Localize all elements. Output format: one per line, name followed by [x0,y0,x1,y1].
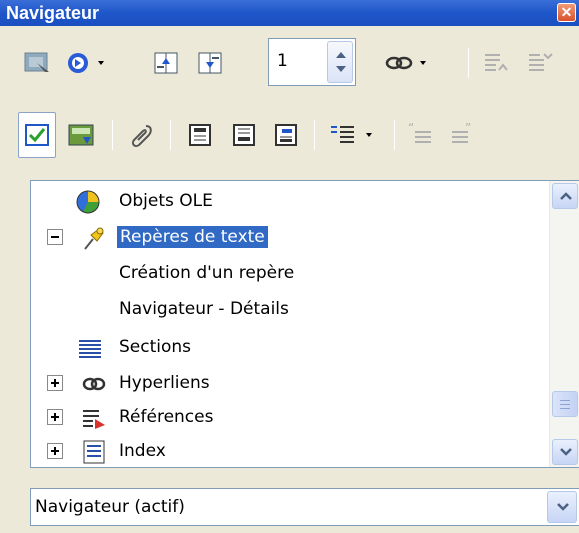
navigator-tree[interactable]: Objets OLE Repères de texte Création d'u… [30,180,579,468]
tree-item-label: Hyperliens [119,373,210,393]
tree-item-label: Références [119,407,214,427]
tree-item-label: Création d'un repère [119,263,295,283]
demote-level-icon[interactable] [522,38,558,88]
content-view-toggle[interactable] [18,112,56,158]
tree-item-references[interactable]: Références [31,401,541,435]
grip-line [560,404,570,405]
toolbar-separator [394,120,395,150]
title-bar: Navigateur ✕ [0,0,579,26]
scroll-up-button[interactable] [552,183,578,209]
page-number-value: 1 [277,51,288,71]
tree-item-label: Repères de texte [117,226,268,248]
tree-item-label: Objets OLE [119,191,213,211]
tree-scrollbar[interactable] [549,181,579,467]
chevron-up-icon [560,192,572,200]
toolbar-row-1: 1 [0,38,579,88]
ole-objects-icon [76,190,100,214]
tree-item-label: Navigateur - Détails [119,299,289,319]
scroll-down-button[interactable] [552,439,578,465]
toolbar-row-2: “ ” [0,110,579,160]
close-button[interactable]: ✕ [557,3,576,22]
chapter-down-icon[interactable]: ” [446,110,482,160]
toolbar-separator [112,120,113,150]
expand-icon[interactable] [47,375,63,391]
heading-levels-dropdown[interactable] [326,110,384,160]
reminder-clip-icon[interactable] [124,110,160,160]
spin-down-icon[interactable] [336,66,346,72]
page-number-field[interactable]: 1 [268,38,356,86]
anchor-text-icon[interactable] [268,110,304,160]
scroll-thumb[interactable] [552,391,578,417]
svg-text:”: ” [465,122,471,135]
tree-item-ole-objects[interactable]: Objets OLE [31,185,541,219]
tree-item-hyperlinks[interactable]: Hyperliens [31,367,541,401]
chevron-down-icon [560,448,572,456]
tree-item-sections[interactable]: Sections [31,331,541,365]
navigator-window: Navigateur ✕ 1 “ ” Objets OLE Repères de… [0,0,579,533]
expand-icon[interactable] [47,443,63,459]
bookmark-pin-icon [84,227,104,250]
toggle-view-icon[interactable] [20,38,56,88]
tree-item-bookmark-child[interactable]: Navigateur - Détails [31,293,541,327]
toolbar-separator [314,120,315,150]
previous-object-icon[interactable] [148,38,184,88]
index-icon [83,440,105,464]
document-select-value: Navigateur (actif) [35,497,185,517]
tree-item-index[interactable]: Index [31,435,541,467]
tree-item-bookmarks[interactable]: Repères de texte [31,221,541,255]
document-select[interactable]: Navigateur (actif) [30,488,579,526]
spin-up-icon[interactable] [336,52,346,58]
page-spinner[interactable] [327,41,353,83]
next-object-icon[interactable] [192,38,228,88]
svg-text:“: “ [408,122,414,135]
hyperlink-icon [82,377,106,391]
chapter-up-icon[interactable]: “ [404,110,440,160]
tree-item-bookmark-child[interactable]: Création d'un repère [31,257,541,291]
grip-line [560,400,570,401]
toolbar-separator [170,120,171,150]
chevron-down-icon [557,503,569,511]
footer-icon[interactable] [226,110,262,160]
navigation-dropdown[interactable] [62,38,118,88]
document-select-dropdown-button[interactable] [547,491,577,523]
drag-mode-dropdown[interactable] [382,38,438,88]
tree-item-label: Sections [119,337,192,357]
toolbar-separator [468,48,469,78]
collapse-icon[interactable] [47,229,63,245]
header-icon[interactable] [182,110,218,160]
grip-line [560,408,570,409]
expand-icon[interactable] [47,409,63,425]
references-icon [83,410,105,429]
window-title: Navigateur [6,3,100,23]
promote-level-icon[interactable] [478,38,514,88]
tree-item-label: Index [119,441,166,461]
headings-up-icon[interactable] [64,110,100,160]
sections-icon [79,340,101,358]
